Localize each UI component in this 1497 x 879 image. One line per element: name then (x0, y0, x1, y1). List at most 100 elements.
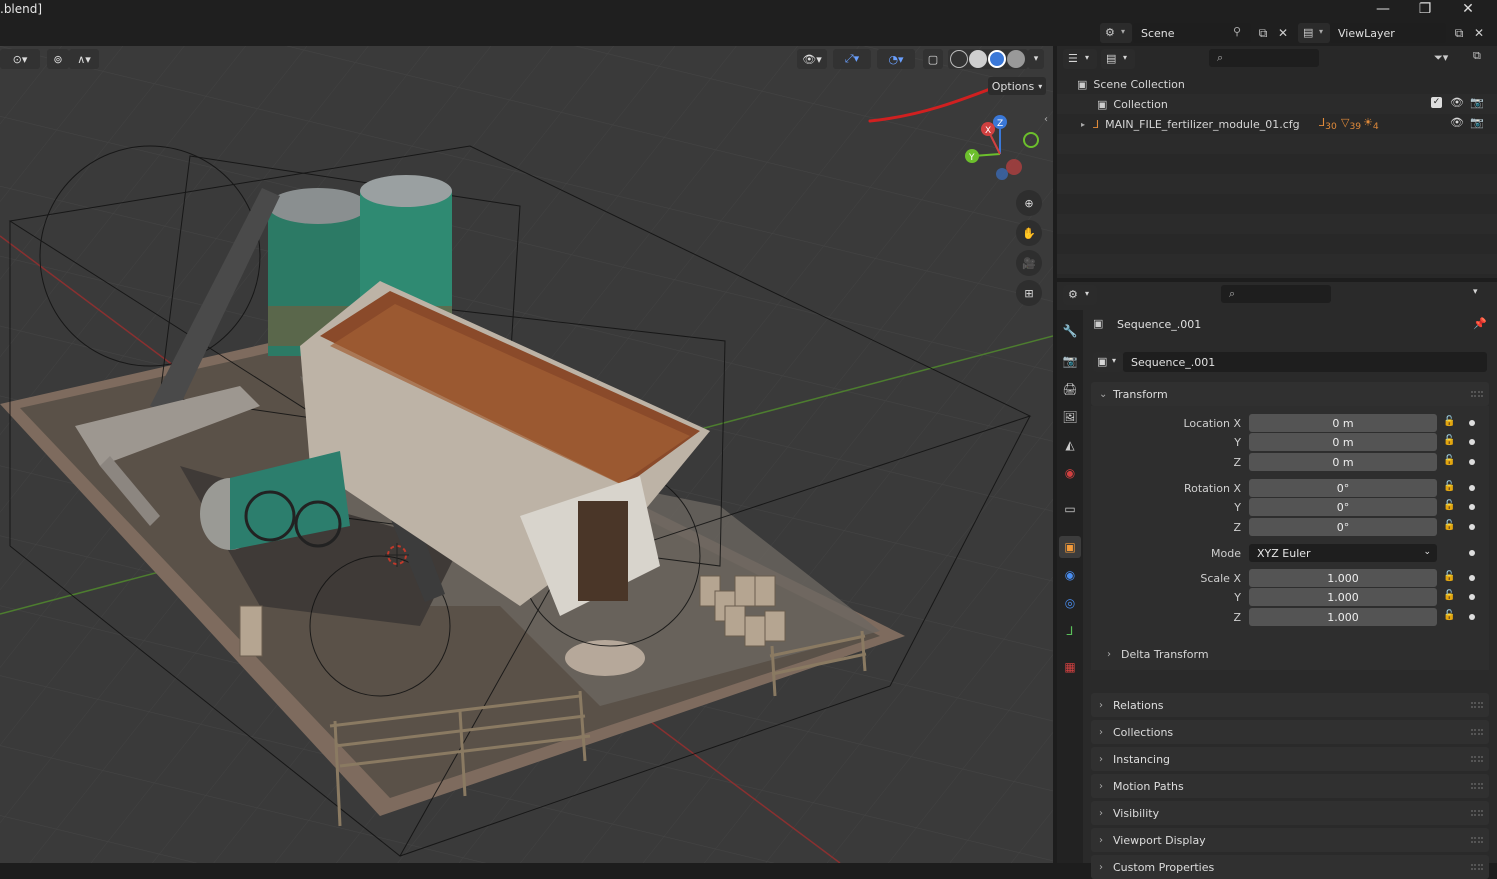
location-x-field[interactable]: 0 m (1249, 414, 1437, 432)
filter-icon[interactable]: ⏷▾ (1434, 51, 1448, 65)
visibility-section-header[interactable]: › Visibility (1091, 801, 1489, 825)
overlays-icon[interactable]: ◔▾ (877, 49, 915, 69)
lock-icon[interactable]: 🔓 (1443, 416, 1457, 428)
keyframe-dot[interactable] (1469, 420, 1475, 426)
rotation-z-field[interactable]: 0° (1249, 518, 1437, 536)
options-dropdown[interactable]: Options ▾ (988, 77, 1046, 95)
pin-icon[interactable]: 📌 (1473, 317, 1487, 330)
lock-icon[interactable]: 🔓 (1443, 500, 1457, 512)
keyframe-dot[interactable] (1469, 550, 1475, 556)
maximize-button[interactable]: ❐ (1404, 0, 1446, 18)
lock-icon[interactable]: 🔓 (1443, 481, 1457, 493)
scene-tab-icon[interactable]: ◭ (1059, 434, 1081, 456)
eye-icon[interactable]: 👁 (1450, 116, 1464, 129)
pan-hand-icon[interactable]: ✋ (1016, 220, 1042, 246)
3d-viewport[interactable]: ⊙▾ ⊚ ∧▾ 👁▾ ⤢▾ ◔▾ ▢ ▾ Options ▾ ‹ Z X Y ⊕ … (0, 46, 1053, 863)
scale-z-field[interactable]: 1.000 (1249, 608, 1437, 626)
object-datablock-button[interactable]: ▣ ▾ (1093, 352, 1123, 372)
motion-paths-section-header[interactable]: › Motion Paths (1091, 774, 1489, 798)
gizmo-icon[interactable]: ⤢▾ (833, 49, 871, 69)
eye-icon[interactable]: 👁 (1450, 96, 1464, 109)
texture-tab-icon[interactable]: ▦ (1059, 656, 1081, 678)
location-z-field[interactable]: 0 m (1249, 453, 1437, 471)
drag-handle[interactable] (1471, 702, 1483, 708)
pin-icon[interactable]: ⚲ (1233, 25, 1241, 38)
world-tab-icon[interactable]: ◉ (1059, 462, 1081, 484)
keyframe-dot[interactable] (1469, 524, 1475, 530)
shading-options-chevron[interactable]: ▾ (1028, 49, 1044, 69)
scale-y-field[interactable]: 1.000 (1249, 588, 1437, 606)
properties-search-input[interactable]: ⌕ (1221, 285, 1331, 303)
camera-render-icon[interactable]: 📷 (1470, 116, 1484, 129)
object-name-field[interactable]: Sequence_.001 (1123, 352, 1487, 372)
outliner-row-collection[interactable]: ▣ Collection ✓ 👁 📷 (1057, 94, 1497, 114)
modifiers-tab-icon[interactable]: ◉ (1059, 564, 1081, 586)
drag-handle[interactable] (1471, 729, 1483, 735)
view-mode-icon[interactable]: ⊙▾ (0, 49, 40, 69)
delta-transform-header[interactable]: › Delta Transform (1107, 644, 1487, 664)
chevron-down-icon[interactable]: ▾ (1473, 287, 1478, 297)
solid-shading-icon[interactable] (969, 50, 987, 68)
falloff-icon[interactable]: ∧▾ (69, 49, 99, 69)
navigation-gizmo[interactable]: Z X Y (958, 112, 1048, 182)
delete-viewlayer-icon[interactable]: ✕ (1468, 23, 1490, 43)
output-tab-icon[interactable]: 🖨 (1059, 378, 1081, 400)
tool-tab-icon[interactable]: 🔧 (1059, 320, 1081, 342)
camera-icon[interactable]: 🎥 (1016, 250, 1042, 276)
zoom-icon[interactable]: ⊕ (1016, 190, 1042, 216)
properties-editor-type-button[interactable]: ⚙ ▾ (1063, 285, 1097, 305)
keyframe-dot[interactable] (1469, 439, 1475, 445)
expand-arrow-icon[interactable]: ▸ (1081, 120, 1085, 129)
wireframe-shading-icon[interactable] (950, 50, 968, 68)
collections-section-header[interactable]: › Collections (1091, 720, 1489, 744)
viewlayer-selector-button[interactable]: ▤ ▾ (1298, 23, 1330, 43)
perspective-grid-icon[interactable]: ⊞ (1016, 280, 1042, 306)
visibility-icon[interactable]: 👁▾ (797, 49, 827, 69)
object-tab-icon[interactable]: ▣ (1059, 536, 1081, 558)
new-collection-icon[interactable]: ⧉ (1473, 49, 1481, 63)
drag-handle[interactable] (1471, 864, 1483, 870)
proportional-icon[interactable]: ⊚ (47, 49, 69, 69)
xray-icon[interactable]: ▢ (923, 49, 943, 69)
collection-tab-icon[interactable]: ▭ (1059, 498, 1081, 520)
viewlayer-name-field[interactable]: ViewLayer (1330, 23, 1446, 43)
keyframe-dot[interactable] (1469, 485, 1475, 491)
keyframe-dot[interactable] (1469, 594, 1475, 600)
viewport-scene[interactable] (0, 46, 1053, 863)
scale-x-field[interactable]: 1.000 (1249, 569, 1437, 587)
outliner-editor-type-button[interactable]: ☰ ▾ (1063, 49, 1097, 69)
scene-selector-button[interactable]: ⚙ ▾ (1100, 23, 1132, 43)
drag-handle[interactable] (1471, 783, 1483, 789)
lock-icon[interactable]: 🔓 (1443, 520, 1457, 532)
new-viewlayer-icon[interactable]: ⧉ (1448, 23, 1470, 43)
lock-icon[interactable]: 🔓 (1443, 571, 1457, 583)
drag-handle[interactable] (1471, 837, 1483, 843)
keyframe-dot[interactable] (1469, 614, 1475, 620)
camera-render-icon[interactable]: 📷 (1470, 96, 1484, 109)
instancing-section-header[interactable]: › Instancing (1091, 747, 1489, 771)
rotation-y-field[interactable]: 0° (1249, 498, 1437, 516)
material-preview-shading-icon[interactable] (988, 50, 1006, 68)
close-button[interactable]: ✕ (1447, 0, 1489, 18)
transform-section-header[interactable]: ⌄ Transform (1091, 382, 1489, 406)
rotation-mode-select[interactable]: XYZ Euler ⌄ (1249, 544, 1437, 562)
minimize-button[interactable]: — (1362, 0, 1404, 18)
viewport-display-section-header[interactable]: › Viewport Display (1091, 828, 1489, 852)
new-scene-icon[interactable]: ⧉ (1252, 23, 1274, 43)
delete-scene-icon[interactable]: ✕ (1272, 23, 1294, 43)
rendered-shading-icon[interactable] (1007, 50, 1025, 68)
lock-icon[interactable]: 🔓 (1443, 610, 1457, 622)
outliner-row-scene-collection[interactable]: ▣ Scene Collection (1057, 74, 1497, 94)
lock-icon[interactable]: 🔓 (1443, 435, 1457, 447)
keyframe-dot[interactable] (1469, 575, 1475, 581)
location-y-field[interactable]: 0 m (1249, 433, 1437, 451)
display-mode-button[interactable]: ▤ ▾ (1101, 49, 1135, 69)
view-layer-tab-icon[interactable]: 🖼 (1059, 406, 1081, 428)
render-tab-icon[interactable]: 📷 (1059, 350, 1081, 372)
lock-icon[interactable]: 🔓 (1443, 455, 1457, 467)
physics-tab-icon[interactable]: ◎ (1059, 592, 1081, 614)
keyframe-dot[interactable] (1469, 504, 1475, 510)
constraints-tab-icon[interactable]: ⅃ (1059, 620, 1081, 642)
relations-section-header[interactable]: › Relations (1091, 693, 1489, 717)
outliner-row-object[interactable]: ▸ ⅃ MAIN_FILE_fertilizer_module_01.cfg ⅃… (1057, 114, 1497, 134)
